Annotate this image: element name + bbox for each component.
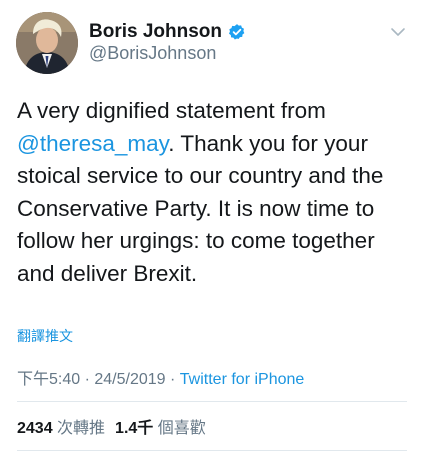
tweet-meta: 下午5:40 · 24/5/2019 · Twitter for iPhone xyxy=(17,365,304,389)
retweets-label: 次轉推 xyxy=(52,420,106,437)
likes-label: 個喜歡 xyxy=(153,420,206,437)
avatar[interactable] xyxy=(16,12,78,74)
avatar-image xyxy=(16,12,78,74)
tweet-line: stoical service to our country and the xyxy=(17,163,384,189)
author-name-row[interactable]: Boris Johnson xyxy=(89,21,246,43)
mention-link[interactable]: @theresa_may xyxy=(17,131,168,156)
tweet-text: A very dignified statement from @theresa… xyxy=(17,95,413,291)
divider xyxy=(17,450,407,451)
tweet-date[interactable]: 24/5/2019 xyxy=(94,371,165,388)
tweet-line: and deliver Brexit. xyxy=(17,260,198,286)
tweet-time[interactable]: 下午5:40 xyxy=(17,371,80,388)
divider xyxy=(17,401,407,402)
tweet-text-fragment: . Thank you for your xyxy=(168,130,368,156)
retweets-stat[interactable]: 2434 次轉推 xyxy=(17,420,105,437)
likes-stat[interactable]: 1.4千 個喜歡 xyxy=(115,420,206,437)
tweet-line: A very dignified statement from xyxy=(17,98,326,123)
meta-separator: · xyxy=(80,371,95,388)
retweets-count: 2434 xyxy=(17,420,53,437)
translate-tweet-link[interactable]: 翻譯推文 xyxy=(17,326,73,346)
author-display-name[interactable]: Boris Johnson xyxy=(89,21,222,43)
author-handle[interactable]: @BorisJohnson xyxy=(89,43,216,64)
tweet-line: Conservative Party. It is now time to xyxy=(17,195,375,221)
tweet-line: follow her urgings: to come together xyxy=(17,228,375,254)
tweet-stats: 2434 次轉推 1.4千 個喜歡 xyxy=(17,414,206,438)
meta-separator: · xyxy=(165,371,180,388)
likes-count: 1.4千 xyxy=(115,420,154,437)
chevron-down-icon[interactable] xyxy=(390,24,406,40)
tweet-line: @theresa_may. Thank you for your xyxy=(17,128,413,161)
tweet-source-link[interactable]: Twitter for iPhone xyxy=(180,371,305,388)
verified-badge-icon xyxy=(228,24,245,40)
